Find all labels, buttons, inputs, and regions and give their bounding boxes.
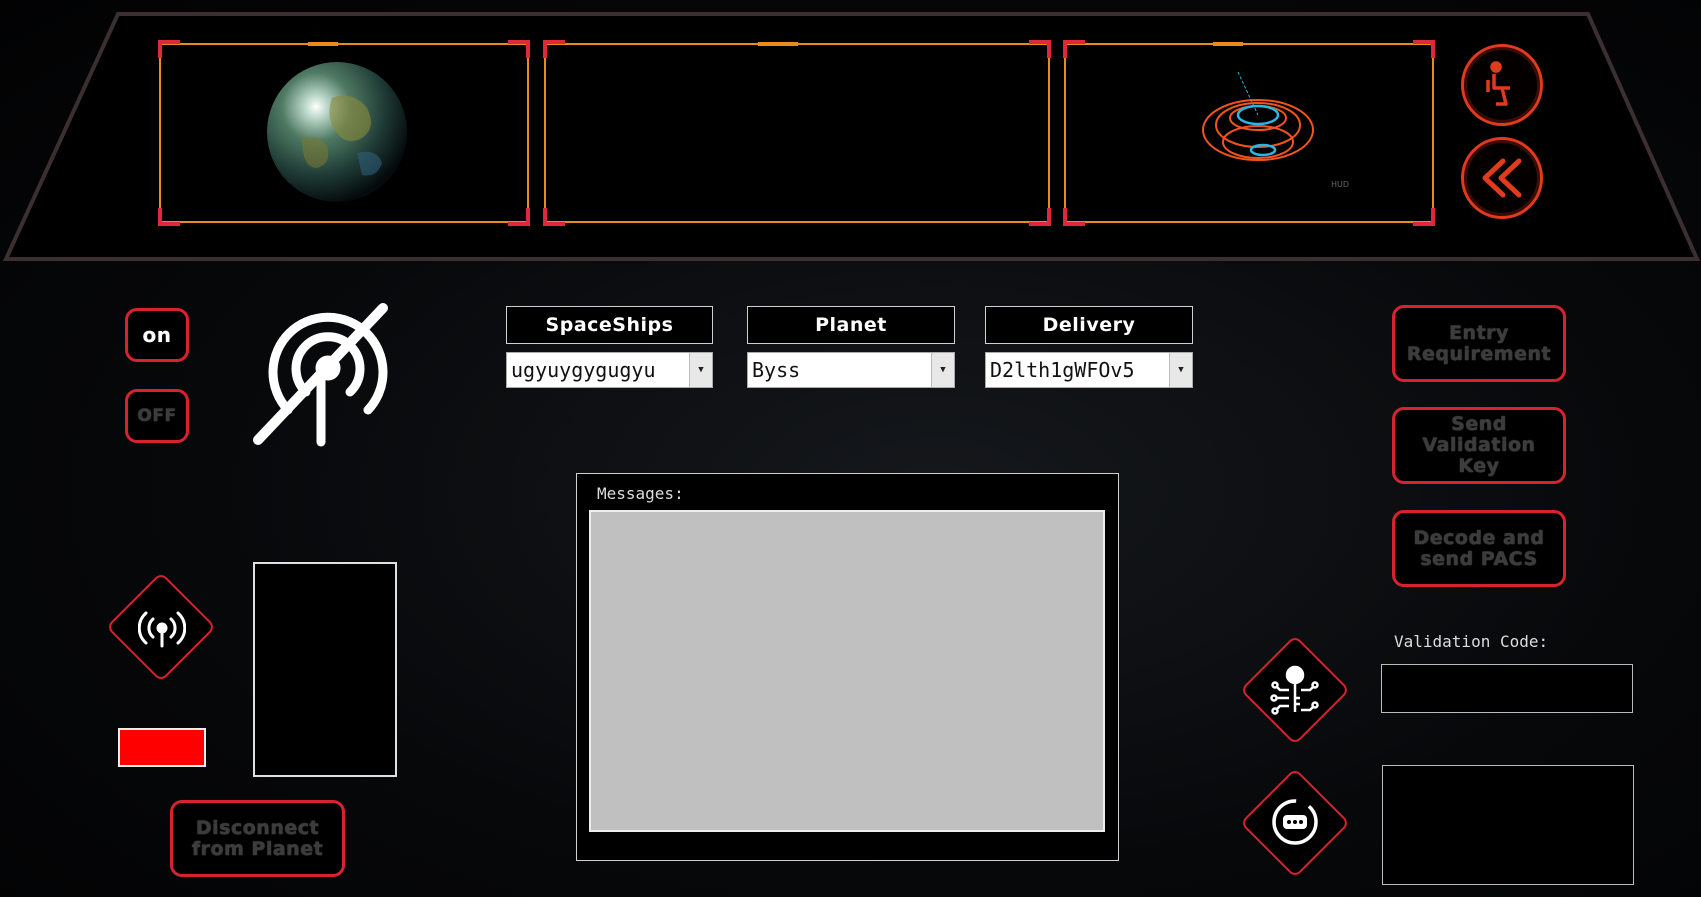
disconnect-button[interactable]: Disconnect from Planet bbox=[170, 800, 345, 877]
validation-output-box bbox=[1382, 765, 1634, 885]
planet-image bbox=[267, 62, 407, 202]
spaceships-select-value: ugyuygygugyu bbox=[511, 358, 656, 382]
signal-off-icon bbox=[253, 303, 388, 447]
planet-header: Planet bbox=[747, 306, 955, 344]
decode-send-pacs-button[interactable]: Decode and send PACS bbox=[1392, 510, 1566, 587]
validation-code-label: Validation Code: bbox=[1394, 632, 1549, 651]
back-button[interactable] bbox=[1461, 137, 1543, 219]
chevron-down-icon: ▼ bbox=[1169, 353, 1192, 387]
hud-viewer-screen: HUD bbox=[1063, 40, 1435, 226]
chevron-down-icon: ▼ bbox=[931, 353, 954, 387]
messages-panel: Messages: bbox=[576, 473, 1119, 861]
validation-code-input[interactable] bbox=[1381, 664, 1633, 713]
hud-label: HUD bbox=[1331, 180, 1350, 189]
spaceships-select[interactable]: ugyuygygugyu ▼ bbox=[506, 352, 713, 388]
chevron-down-icon: ▼ bbox=[689, 353, 712, 387]
planet-viewer-screen bbox=[158, 40, 530, 226]
double-chevron-left-icon bbox=[1482, 158, 1522, 198]
delivery-select-value: D2lth1gWFOv5 bbox=[990, 358, 1135, 382]
messages-textarea[interactable] bbox=[589, 510, 1105, 832]
power-on-button[interactable]: on bbox=[125, 308, 189, 362]
delivery-header: Delivery bbox=[985, 306, 1193, 344]
chat-bubble-icon bbox=[1272, 799, 1318, 845]
image-preview-box bbox=[253, 562, 397, 777]
power-off-button[interactable]: OFF bbox=[125, 389, 189, 443]
key-network-icon bbox=[1270, 665, 1319, 715]
center-viewer-screen bbox=[543, 40, 1051, 226]
delivery-select[interactable]: D2lth1gWFOv5 ▼ bbox=[985, 352, 1193, 388]
seat-button[interactable] bbox=[1461, 44, 1543, 126]
planet-select[interactable]: Byss ▼ bbox=[747, 352, 955, 388]
messages-label: Messages: bbox=[597, 484, 684, 503]
send-validation-key-button[interactable]: Send Validation Key bbox=[1392, 407, 1566, 484]
status-indicator bbox=[118, 728, 206, 767]
spaceships-header: SpaceShips bbox=[506, 306, 713, 344]
entry-requirement-button[interactable]: Entry Requirement bbox=[1392, 305, 1566, 382]
broadcast-icon bbox=[138, 611, 186, 648]
seat-icon bbox=[1486, 61, 1510, 106]
hologram-graphic bbox=[1202, 71, 1314, 161]
planet-select-value: Byss bbox=[752, 358, 801, 382]
